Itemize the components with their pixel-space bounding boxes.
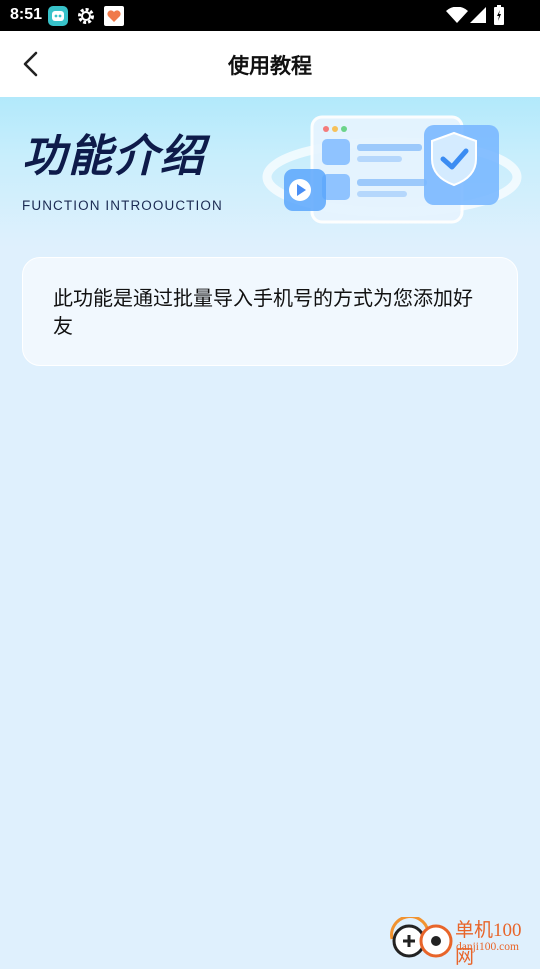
cellular-signal-icon <box>470 7 486 23</box>
info-text: 此功能是通过批量导入手机号的方式为您添加好友 <box>53 286 473 338</box>
banner-subtitle: FUNCTION INTROOUCTION <box>22 198 223 213</box>
watermark: 单机100网 danji100.com <box>388 915 538 968</box>
watermark-url: danji100.com <box>456 941 519 953</box>
app-notification-icon <box>48 6 68 26</box>
page-title: 使用教程 <box>228 54 312 78</box>
battery-icon <box>494 5 504 25</box>
gear-icon <box>78 8 94 24</box>
banner-title: 功能介绍 <box>22 131 206 182</box>
tutorial-illustration <box>262 115 522 224</box>
status-bar: 8:51 <box>0 0 540 31</box>
heart-app-icon <box>104 6 124 26</box>
feature-banner: 功能介绍 FUNCTION INTROOUCTION <box>0 97 540 247</box>
info-card: 此功能是通过批量导入手机号的方式为您添加好友 <box>22 257 518 366</box>
status-time: 8:51 <box>10 6 43 23</box>
navigation-bar: 使用教程 <box>0 31 540 97</box>
watermark-logo-icon <box>390 917 453 958</box>
wifi-icon <box>446 7 468 23</box>
